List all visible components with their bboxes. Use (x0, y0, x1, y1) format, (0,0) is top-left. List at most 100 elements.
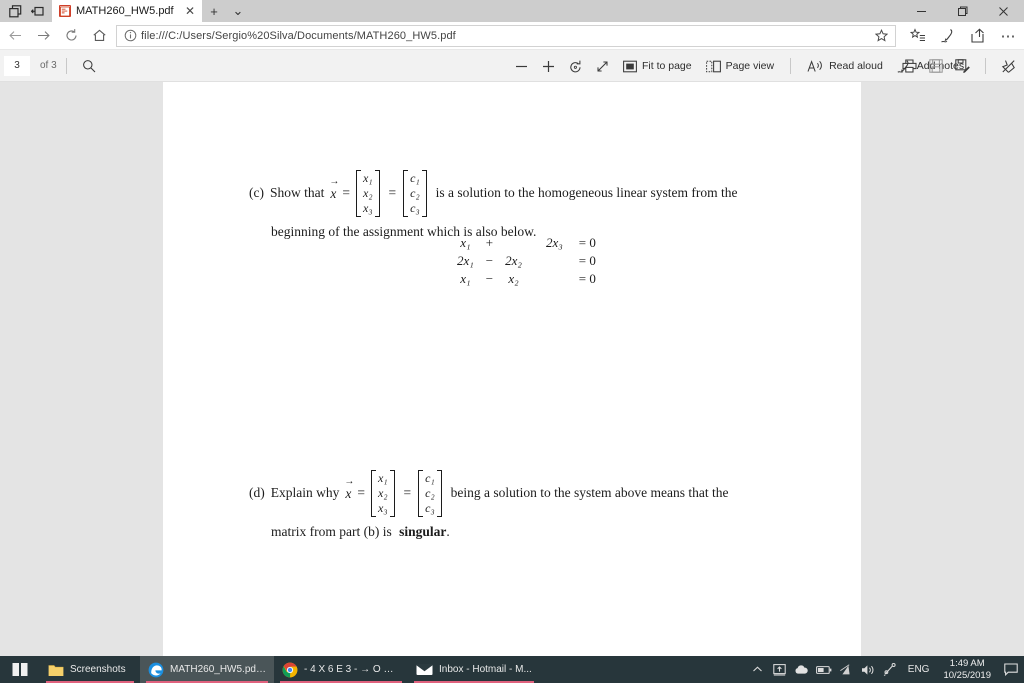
taskbar-item-edge[interactable]: MATH260_HW5.pdf... (140, 656, 274, 683)
eq-op-1: − (485, 253, 494, 268)
rotate-icon[interactable] (562, 54, 589, 78)
volume-icon[interactable] (857, 656, 879, 683)
onedrive-cloud-icon[interactable] (791, 656, 813, 683)
read-aloud-icon (807, 59, 824, 73)
bracket-right (436, 470, 442, 518)
expand-icon[interactable] (589, 54, 616, 78)
matrix-cell: c₃ (410, 200, 420, 215)
part-d-line-3: matrix from part (b) is singular. (271, 524, 794, 541)
page-view-button[interactable]: Page view (699, 54, 781, 78)
share-icon[interactable] (964, 23, 992, 49)
favorites-hub-icon[interactable] (904, 23, 932, 49)
part-c-text-1: Show that (269, 185, 325, 201)
taskbar-label: Inbox - Hotmail - M... (439, 664, 532, 675)
equation-row: x₁ + 2x₃ = 0 (453, 234, 600, 252)
add-favorite-star-icon[interactable] (869, 26, 893, 46)
equation-row: 2x₁ − 2x₂ = 0 (453, 252, 600, 270)
eq-term-3: 2x₃ (545, 235, 563, 250)
part-c-equals-1: = (342, 185, 350, 201)
bluetooth-pen-icon[interactable] (879, 656, 901, 683)
part-c-text-2: is a solution to the homogeneous linear … (435, 185, 738, 201)
language-indicator[interactable]: ENG (901, 664, 937, 675)
task-view-icon[interactable] (0, 656, 40, 683)
page-view-label: Page view (725, 60, 775, 72)
address-input[interactable]: file:///C:/Users/Sergio%20Silva/Document… (141, 30, 869, 42)
zoom-out-button[interactable] (508, 54, 535, 78)
eq-op-1: + (485, 235, 494, 250)
folder-icon (48, 663, 64, 677)
matrix-cell: x₃ (363, 200, 373, 215)
edge-icon (148, 662, 164, 678)
fit-to-page-button[interactable]: Fit to page (616, 54, 699, 78)
battery-icon[interactable] (813, 656, 835, 683)
pin-icon[interactable] (995, 54, 1022, 78)
toolbar-divider (65, 57, 67, 74)
document-part-c: (c) Show that x = x₁ x₂ x₃ = (249, 170, 794, 241)
matrix-cell: x₁ (378, 471, 388, 485)
close-button[interactable] (983, 0, 1024, 22)
save-as-icon[interactable] (949, 54, 976, 78)
part-c-equals-2: = (388, 185, 397, 201)
tab-title: MATH260_HW5.pdf (76, 5, 174, 17)
close-tab-icon[interactable]: ✕ (182, 3, 198, 19)
toolbar-divider-2 (790, 58, 792, 74)
home-button[interactable] (86, 23, 112, 49)
matrix-cell: x₂ (378, 485, 388, 500)
pdf-viewer[interactable]: (c) Show that x = x₁ x₂ x₃ = (0, 82, 1024, 656)
fit-to-page-label: Fit to page (642, 60, 692, 72)
tab-strip: MATH260_HW5.pdf ✕ + ⌄ (0, 0, 1024, 22)
search-icon[interactable] (76, 54, 102, 78)
minimize-button[interactable] (901, 0, 942, 22)
equation-system: x₁ + 2x₃ = 0 2x₁ − 2x₂ = 0 x₁ − x₂ = 0 (453, 234, 600, 288)
bracket-right (374, 170, 380, 218)
browser-window: MATH260_HW5.pdf ✕ + ⌄ file:///C:/Users/S… (0, 0, 1024, 683)
taskbar-item-file-explorer[interactable]: Screenshots (40, 656, 140, 683)
equation-table: x₁ + 2x₃ = 0 2x₁ − 2x₂ = 0 x₁ − x₂ = 0 (453, 234, 600, 288)
settings-more-icon[interactable]: ⋯ (994, 23, 1022, 49)
set-aside-tabs-icon[interactable] (26, 1, 48, 21)
new-tab-button[interactable]: + (202, 0, 226, 22)
part-d-equals-1: = (357, 485, 365, 501)
forward-button[interactable] (30, 23, 56, 49)
clock-time: 1:49 AM (949, 657, 985, 669)
browser-tab-active[interactable]: MATH260_HW5.pdf ✕ (52, 0, 202, 22)
tabstrip-left-icons (0, 0, 52, 22)
wifi-icon[interactable] (835, 656, 857, 683)
address-bar[interactable]: file:///C:/Users/Sergio%20Silva/Document… (116, 24, 896, 47)
notification-icon[interactable] (998, 656, 1024, 683)
site-info-icon[interactable] (119, 26, 141, 46)
pdf-toolbar: 3 of 3 Fit to page Page view Read aloud … (0, 50, 1024, 82)
taskbar-item-chrome[interactable]: - 4 X 6 E 3 - → O Ol... (274, 656, 408, 683)
taskbar-label: - 4 X 6 E 3 - → O Ol... (304, 664, 400, 675)
tab-menu-chevron-down-icon[interactable]: ⌄ (226, 0, 250, 22)
windows-taskbar: Screenshots MATH260_HW5.pdf... - 4 X 6 E… (0, 656, 1024, 683)
part-d-matrix-x: x₁ x₂ x₃ (371, 470, 395, 518)
taskbar-item-mail[interactable]: Inbox - Hotmail - M... (408, 656, 540, 683)
read-aloud-button[interactable]: Read aloud (800, 54, 890, 78)
navigation-bar: file:///C:/Users/Sergio%20Silva/Document… (0, 22, 1024, 50)
eq-op-2 (526, 270, 542, 288)
zoom-in-button[interactable] (535, 54, 562, 78)
toolbar-divider-3 (985, 58, 986, 74)
print-icon[interactable] (896, 54, 923, 78)
chrome-icon (282, 662, 298, 678)
part-c-matrix-c: c₁ c₂ c₃ (403, 170, 427, 218)
restore-button[interactable] (942, 0, 983, 22)
show-hidden-icons-chevron-up-icon[interactable] (747, 656, 769, 683)
save-icon[interactable] (923, 54, 949, 78)
bracket-right (389, 470, 395, 518)
part-d-label: (d) (249, 485, 265, 501)
clock-date: 10/25/2019 (943, 669, 991, 681)
page-number-input[interactable]: 3 (3, 54, 31, 77)
tab-preview-icon[interactable] (4, 1, 26, 21)
page-count-label: of 3 (40, 60, 57, 71)
refresh-button[interactable] (58, 23, 84, 49)
notes-pen-icon[interactable] (934, 23, 962, 49)
eq-rhs: = 0 (578, 253, 596, 268)
action-center-upload-icon[interactable] (769, 656, 791, 683)
matrix-cell: x₂ (363, 185, 373, 200)
back-button[interactable] (2, 23, 28, 49)
part-d-vector-x: x (344, 476, 354, 503)
clock[interactable]: 1:49 AM 10/25/2019 (936, 658, 998, 682)
taskbar-label: Screenshots (70, 664, 126, 675)
